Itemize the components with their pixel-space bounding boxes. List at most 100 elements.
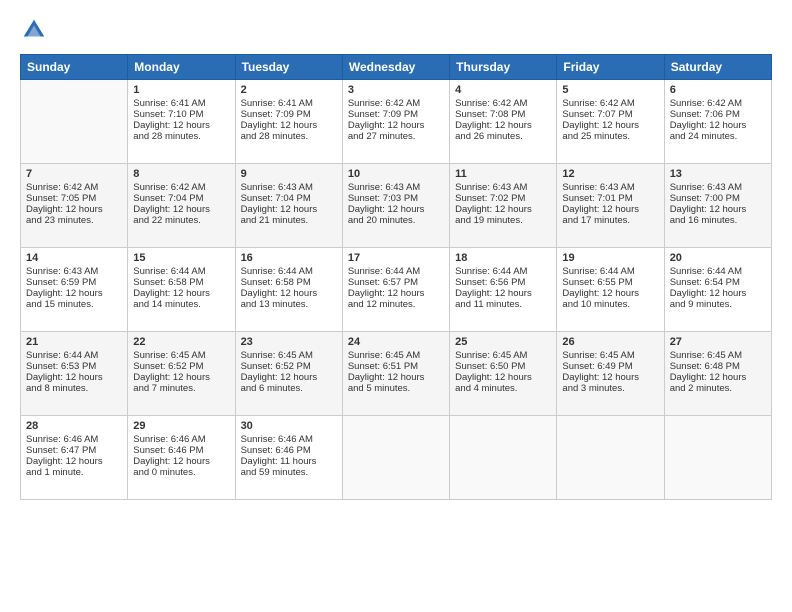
day-info-line: Sunrise: 6:45 AM (133, 350, 229, 361)
day-info-line: Sunrise: 6:42 AM (348, 98, 444, 109)
day-header-thursday: Thursday (450, 55, 557, 80)
day-info-line: Sunset: 7:00 PM (670, 193, 766, 204)
day-info-line: Sunrise: 6:44 AM (455, 266, 551, 277)
day-info-line: Daylight: 12 hours (455, 120, 551, 131)
day-info-line: Daylight: 12 hours (133, 204, 229, 215)
day-info-line: Daylight: 12 hours (133, 288, 229, 299)
day-info-line: Daylight: 12 hours (241, 204, 337, 215)
day-info-line: and 15 minutes. (26, 299, 122, 310)
calendar-cell: 15Sunrise: 6:44 AMSunset: 6:58 PMDayligh… (128, 248, 235, 332)
day-info-line: Daylight: 12 hours (562, 120, 658, 131)
day-info-line: and 16 minutes. (670, 215, 766, 226)
calendar-cell: 9Sunrise: 6:43 AMSunset: 7:04 PMDaylight… (235, 164, 342, 248)
day-info-line: Daylight: 12 hours (26, 204, 122, 215)
calendar-cell: 25Sunrise: 6:45 AMSunset: 6:50 PMDayligh… (450, 332, 557, 416)
day-info-line: and 23 minutes. (26, 215, 122, 226)
day-info-line: Sunset: 7:07 PM (562, 109, 658, 120)
day-number: 29 (133, 420, 229, 432)
day-info-line: Daylight: 12 hours (133, 456, 229, 467)
calendar-cell (664, 416, 771, 500)
calendar-cell: 5 Sunrise: 6:42 AMSunset: 7:07 PMDaylight… (557, 80, 664, 164)
day-info-line: and 28 minutes. (133, 131, 229, 142)
day-number: 28 (26, 420, 122, 432)
day-header-friday: Friday (557, 55, 664, 80)
week-row-3: 14Sunrise: 6:43 AMSunset: 6:59 PMDayligh… (21, 248, 772, 332)
day-info-line: Sunset: 6:51 PM (348, 361, 444, 372)
day-info-line: Sunrise: 6:42 AM (133, 182, 229, 193)
day-info-line: Sunset: 7:04 PM (133, 193, 229, 204)
day-info-line: Daylight: 12 hours (455, 288, 551, 299)
logo (20, 16, 52, 44)
day-number: 16 (241, 252, 337, 264)
day-info-line: Daylight: 12 hours (670, 372, 766, 383)
day-info-line: and 6 minutes. (241, 383, 337, 394)
calendar-cell: 18 Sunrise: 6:44 AMSunset: 6:56 PMDayligh… (450, 248, 557, 332)
day-info-line: and 9 minutes. (670, 299, 766, 310)
day-header-wednesday: Wednesday (342, 55, 449, 80)
day-info-line: Sunrise: 6:44 AM (562, 266, 658, 277)
day-info-line: and 5 minutes. (348, 383, 444, 394)
day-info-line: Sunrise: 6:46 AM (133, 434, 229, 445)
day-info-line: Sunrise: 6:44 AM (26, 350, 122, 361)
day-info-line: Daylight: 12 hours (348, 120, 444, 131)
day-number: 2 (241, 84, 337, 96)
day-info-line: Daylight: 12 hours (348, 288, 444, 299)
day-number: 24 (348, 336, 444, 348)
day-info-line: Daylight: 11 hours (241, 456, 337, 467)
day-info-line: and 14 minutes. (133, 299, 229, 310)
day-info-line: Sunset: 7:05 PM (26, 193, 122, 204)
calendar-cell: 8Sunrise: 6:42 AMSunset: 7:04 PMDaylight… (128, 164, 235, 248)
day-info-line: Sunset: 6:57 PM (348, 277, 444, 288)
day-number: 21 (26, 336, 122, 348)
calendar-cell: 12Sunrise: 6:43 AMSunset: 7:01 PMDayligh… (557, 164, 664, 248)
calendar-cell (557, 416, 664, 500)
day-info-line: and 0 minutes. (133, 467, 229, 478)
day-info-line: Daylight: 12 hours (455, 372, 551, 383)
week-row-4: 21Sunrise: 6:44 AMSunset: 6:53 PMDayligh… (21, 332, 772, 416)
calendar-cell: 6Sunrise: 6:42 AMSunset: 7:06 PMDaylight… (664, 80, 771, 164)
day-info-line: Sunrise: 6:45 AM (241, 350, 337, 361)
week-row-2: 7Sunrise: 6:42 AMSunset: 7:05 PMDaylight… (21, 164, 772, 248)
day-info-line: Daylight: 12 hours (562, 204, 658, 215)
day-header-monday: Monday (128, 55, 235, 80)
calendar-cell: 19Sunrise: 6:44 AMSunset: 6:55 PMDayligh… (557, 248, 664, 332)
week-row-5: 28Sunrise: 6:46 AMSunset: 6:47 PMDayligh… (21, 416, 772, 500)
day-info-line: Sunrise: 6:41 AM (133, 98, 229, 109)
day-info-line: and 59 minutes. (241, 467, 337, 478)
calendar-cell: 1Sunrise: 6:41 AMSunset: 7:10 PMDaylight… (128, 80, 235, 164)
day-info-line: Sunset: 6:47 PM (26, 445, 122, 456)
day-number: 5 (562, 84, 658, 96)
day-info-line: Sunrise: 6:43 AM (26, 266, 122, 277)
day-header-saturday: Saturday (664, 55, 771, 80)
day-number: 14 (26, 252, 122, 264)
day-info-line: Daylight: 12 hours (241, 120, 337, 131)
day-number: 19 (562, 252, 658, 264)
day-info-line: Sunrise: 6:43 AM (670, 182, 766, 193)
day-info-line: and 24 minutes. (670, 131, 766, 142)
day-info-line: Sunset: 6:49 PM (562, 361, 658, 372)
calendar-cell: 30Sunrise: 6:46 AMSunset: 6:46 PMDayligh… (235, 416, 342, 500)
day-info-line: Daylight: 12 hours (26, 456, 122, 467)
day-info-line: Sunset: 7:09 PM (241, 109, 337, 120)
calendar-cell: 17Sunrise: 6:44 AMSunset: 6:57 PMDayligh… (342, 248, 449, 332)
day-info-line: Sunrise: 6:41 AM (241, 98, 337, 109)
day-info-line: Daylight: 12 hours (670, 288, 766, 299)
day-info-line: Sunset: 7:09 PM (348, 109, 444, 120)
calendar-cell: 4Sunrise: 6:42 AMSunset: 7:08 PMDaylight… (450, 80, 557, 164)
day-info-line: and 26 minutes. (455, 131, 551, 142)
day-number: 20 (670, 252, 766, 264)
day-info-line: Sunrise: 6:45 AM (670, 350, 766, 361)
day-info-line: Sunrise: 6:42 AM (562, 98, 658, 109)
day-number: 6 (670, 84, 766, 96)
day-info-line: Sunset: 6:56 PM (455, 277, 551, 288)
calendar-cell: 21Sunrise: 6:44 AMSunset: 6:53 PMDayligh… (21, 332, 128, 416)
calendar-table: SundayMondayTuesdayWednesdayThursdayFrid… (20, 54, 772, 500)
day-info-line: Sunset: 6:48 PM (670, 361, 766, 372)
day-number: 9 (241, 168, 337, 180)
day-info-line: and 27 minutes. (348, 131, 444, 142)
day-info-line: and 7 minutes. (133, 383, 229, 394)
day-number: 26 (562, 336, 658, 348)
day-number: 18 (455, 252, 551, 264)
calendar-cell: 16Sunrise: 6:44 AMSunset: 6:58 PMDayligh… (235, 248, 342, 332)
day-number: 11 (455, 168, 551, 180)
